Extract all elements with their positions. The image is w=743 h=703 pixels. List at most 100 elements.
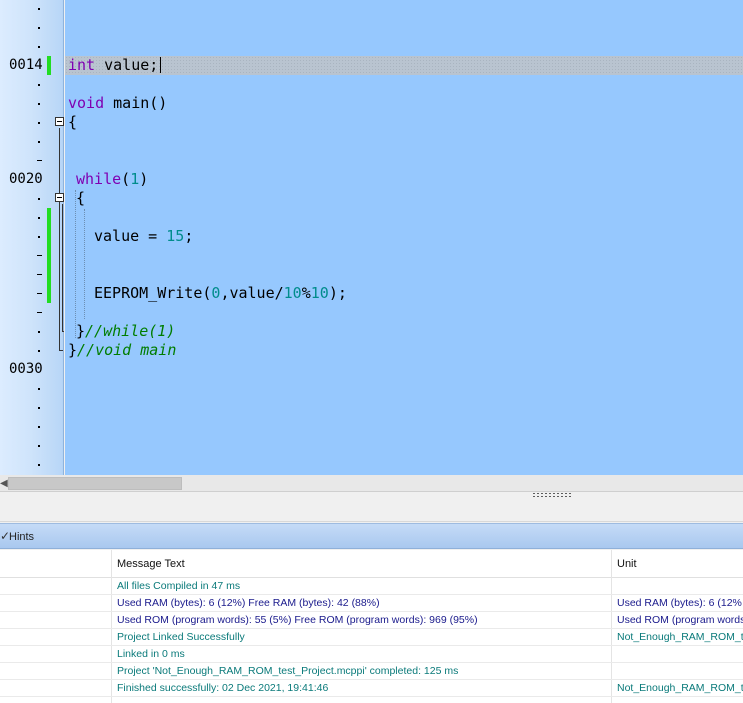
number-literal: 15 [166, 227, 185, 245]
code-line-close-while[interactable]: }//while(1) [76, 322, 175, 341]
line-marker-dot [38, 350, 40, 352]
gutter-line[interactable] [0, 341, 64, 360]
gutter-line[interactable] [0, 284, 64, 303]
gutter-line[interactable]: 0014 [0, 56, 64, 75]
table-row[interactable]: Project Linked Successfully Not_Enough_RA… [0, 629, 743, 646]
code-line-eeprom-write[interactable]: EEPROM_Write(0,value/10%10); [94, 284, 347, 303]
gutter-line[interactable]: 0030 [0, 360, 64, 379]
code-text: value = [94, 227, 167, 245]
line-marker-dot [38, 217, 40, 219]
table-row[interactable]: Used ROM (program words): 55 (5%) Free R… [0, 612, 743, 629]
code-line-open-brace[interactable]: { [68, 113, 77, 132]
indent-guide [84, 209, 85, 319]
code-comment: //void main [77, 341, 177, 359]
line-marker-dot [38, 236, 40, 238]
gutter-line[interactable]: 0020 [0, 170, 64, 189]
gutter-line[interactable] [0, 322, 64, 341]
line-marker-dot [38, 445, 40, 447]
line-number: 0020 [9, 171, 43, 187]
fold-collapse-icon[interactable] [55, 117, 64, 126]
gutter-line[interactable] [0, 379, 64, 398]
code-text: EEPROM_Write( [94, 284, 212, 302]
message-unit [617, 578, 743, 595]
message-text: Finished successfully: 02 Dec 2021, 19:4… [117, 682, 329, 694]
gutter-line[interactable] [0, 246, 64, 265]
code-line-assignment[interactable]: value = 15; [94, 227, 193, 246]
code-text: ; [184, 227, 194, 245]
code-text: ); [328, 284, 347, 302]
modified-line-marker [47, 227, 51, 246]
gutter-line[interactable] [0, 227, 64, 246]
gutter-line[interactable] [0, 94, 64, 113]
line-marker-dot [38, 122, 40, 124]
code-comment: //while(1) [85, 322, 176, 340]
code-line-declaration[interactable]: int value; [68, 56, 162, 75]
gutter-line[interactable] [0, 151, 64, 170]
gutter-line[interactable] [0, 208, 64, 227]
gutter-line[interactable] [0, 265, 64, 284]
column-header-message[interactable]: Message Text [112, 550, 612, 578]
code-editor[interactable]: int value; void main() { while(1) { valu… [0, 0, 743, 475]
line-marker-dot [38, 46, 40, 48]
fold-end [62, 331, 64, 332]
code-text: { [68, 113, 78, 131]
splitter-grip-icon[interactable] [532, 492, 572, 497]
gutter-line[interactable] [0, 0, 64, 18]
line-number: 0030 [9, 361, 43, 377]
line-marker-dot [37, 274, 42, 275]
table-row[interactable]: Project 'Not_Enough_RAM_ROM_test_Project… [0, 663, 743, 680]
keyword-while: while [76, 170, 122, 188]
code-line-close-main[interactable]: }//void main [68, 341, 176, 360]
code-text: ,value/ [220, 284, 284, 302]
code-text: value; [95, 56, 159, 74]
line-marker-dot [38, 407, 40, 409]
line-marker-dot [38, 198, 40, 200]
horizontal-scrollbar[interactable]: ◀ [0, 475, 743, 492]
fold-collapse-icon[interactable] [55, 193, 64, 202]
line-marker-dot [37, 160, 42, 161]
fold-line [62, 204, 63, 332]
messages-table[interactable]: Message Text Unit All files Compiled in … [0, 550, 743, 703]
code-text: } [76, 322, 86, 340]
hints-tab-label[interactable]: Hints [9, 531, 34, 543]
gutter-line[interactable] [0, 303, 64, 322]
line-marker-dot [38, 388, 40, 390]
line-marker-dot [37, 293, 42, 294]
table-row[interactable]: All files Compiled in 47 ms [0, 578, 743, 595]
text-caret [160, 57, 162, 73]
message-text: Linked in 0 ms [117, 648, 185, 660]
current-line-highlight [65, 56, 743, 75]
panel-splitter[interactable] [0, 492, 743, 522]
column-header-unit[interactable]: Unit [612, 550, 743, 578]
code-line-while[interactable]: while(1) [76, 170, 148, 189]
gutter-line[interactable] [0, 18, 64, 37]
code-text: % [301, 284, 311, 302]
gutter-line[interactable] [0, 417, 64, 436]
gutter-line[interactable] [0, 75, 64, 94]
line-marker-dot [38, 331, 40, 333]
message-unit: Used RAM (bytes): 6 (12% [617, 597, 742, 609]
code-line-open-brace[interactable]: { [76, 189, 85, 208]
code-text: main() [104, 94, 168, 112]
message-unit: Not_Enough_RAM_ROM_t [617, 631, 743, 643]
message-unit: Not_Enough_RAM_ROM_t [617, 682, 743, 694]
table-row[interactable]: Used RAM (bytes): 6 (12%) Free RAM (byte… [0, 595, 743, 612]
code-line-main[interactable]: void main() [68, 94, 167, 113]
table-row[interactable]: Finished successfully: 02 Dec 2021, 19:4… [0, 680, 743, 697]
number-literal: 1 [130, 170, 140, 188]
scrollbar-thumb[interactable] [8, 477, 182, 490]
gutter-line[interactable] [0, 37, 64, 56]
modified-line-marker [47, 208, 51, 227]
gutter-line[interactable] [0, 132, 64, 151]
line-marker-dot [38, 103, 40, 105]
table-row[interactable]: Linked in 0 ms [0, 646, 743, 663]
number-literal: 10 [283, 284, 302, 302]
gutter-line[interactable] [0, 398, 64, 417]
gutter-line[interactable] [0, 436, 64, 455]
scroll-left-icon[interactable]: ◀ [0, 478, 8, 489]
gutter-line[interactable] [0, 455, 64, 474]
messages-tab-bar: ✓ Hints [0, 523, 743, 549]
column-header-blank [0, 550, 112, 578]
code-text: } [68, 341, 78, 359]
code-area[interactable]: int value; void main() { while(1) { valu… [65, 0, 743, 475]
